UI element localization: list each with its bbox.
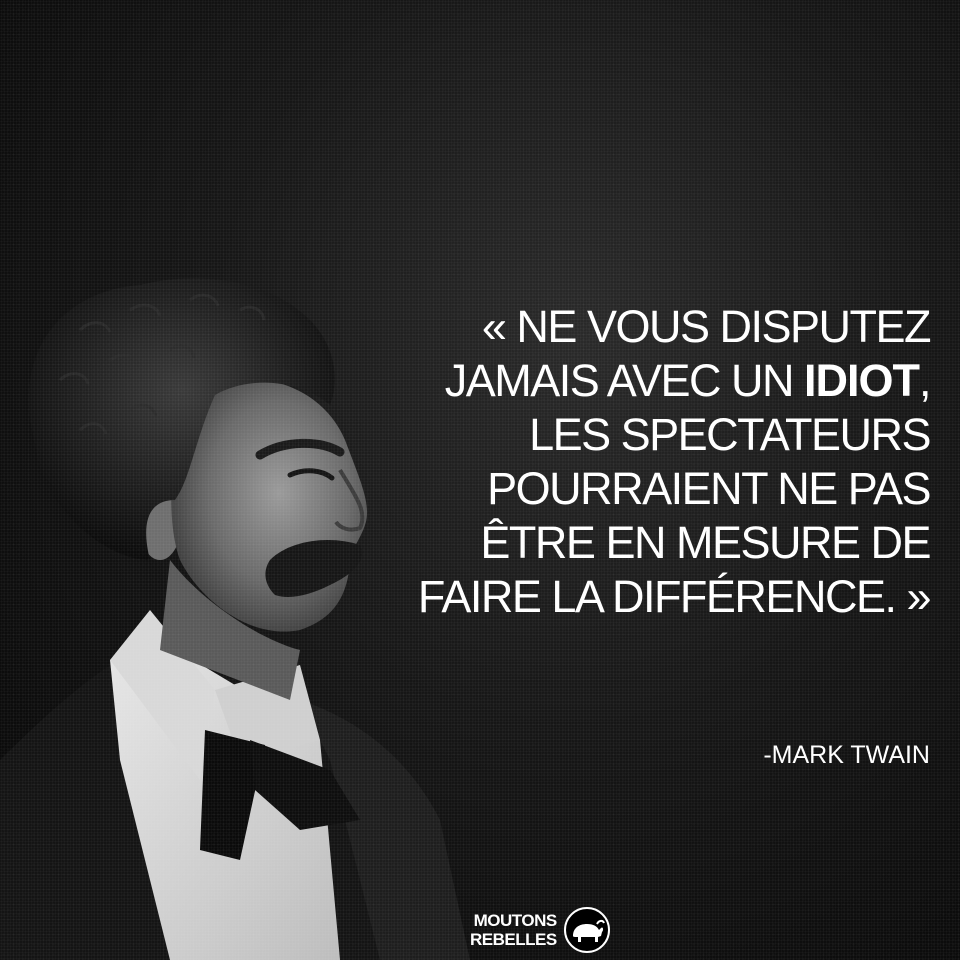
quote-line-1: « NE VOUS DISPUTEZ [481, 301, 932, 352]
brand-logo: MOUTONS REBELLES [470, 905, 611, 955]
quote-line-2-start: JAMAIS AVEC UN [444, 355, 804, 406]
quote-line-5: ÊTRE EN MESURE DE [480, 517, 931, 568]
quote-line-6: FAIRE LA DIFFÉRENCE. » [417, 571, 932, 622]
brand-line-1: MOUTONS [473, 911, 558, 930]
quote-text: « NE VOUS DISPUTEZ JAMAIS AVEC UN IDIOT,… [370, 300, 932, 624]
brand-line-2: REBELLES [470, 930, 557, 949]
quote-card: « NE VOUS DISPUTEZ JAMAIS AVEC UN IDIOT,… [0, 0, 960, 960]
quote-author: -MARK TWAIN [763, 741, 930, 769]
quote-line-4: POURRAIENT NE PAS [487, 463, 931, 514]
quote-line-2-end: , [918, 355, 932, 406]
quote-emphasis-word: IDIOT [803, 355, 920, 406]
quote-line-3: LES SPECTATEURS [529, 409, 931, 460]
sheep-icon [563, 907, 610, 953]
quote-line-2: JAMAIS AVEC UN IDIOT, [370, 354, 932, 408]
brand-wordmark: MOUTONS REBELLES [470, 911, 557, 949]
